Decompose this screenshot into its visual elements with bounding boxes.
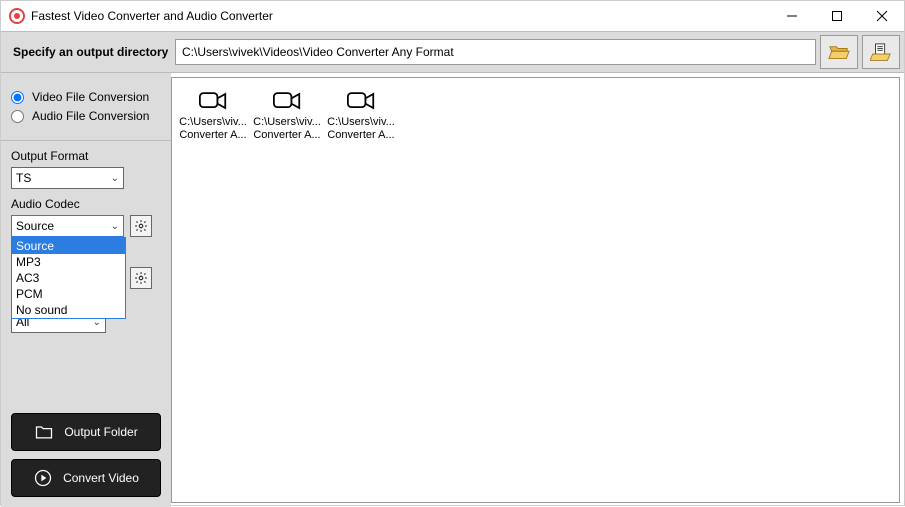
convert-video-button[interactable]: Convert Video [11,459,161,497]
output-folder-button-label: Output Folder [64,425,137,439]
video-file-icon [199,92,227,110]
audio-conversion-radio-input[interactable] [11,110,24,123]
folder-icon [34,422,54,442]
gear-icon [134,271,148,285]
audio-codec-select[interactable]: Source ⌄ [11,215,124,237]
maximize-button[interactable] [814,1,859,31]
minimize-button[interactable] [769,1,814,31]
video-conversion-radio-input[interactable] [11,91,24,104]
audio-codec-option[interactable]: PCM [12,286,125,302]
sidebar: Video File Conversion Audio File Convers… [1,73,171,507]
video-conversion-radio[interactable]: Video File Conversion [11,90,161,104]
audio-codec-label: Audio Codec [11,197,161,211]
video-file-icon [273,92,301,110]
audio-conversion-radio[interactable]: Audio File Conversion [11,109,161,123]
window-title: Fastest Video Converter and Audio Conver… [31,9,273,23]
file-list-area: C:\Users\viv...Converter A... C:\Users\v… [171,77,900,503]
audio-codec-option[interactable]: AC3 [12,270,125,286]
close-button[interactable] [859,1,904,31]
output-directory-label: Specify an output directory [13,45,175,59]
chevron-down-icon: ⌄ [111,221,119,232]
file-item-label: C:\Users\viv...Converter A... [326,116,396,142]
file-item-label: C:\Users\viv...Converter A... [178,116,248,142]
output-directory-input[interactable] [175,39,816,65]
convert-icon [33,468,53,488]
audio-codec-settings-button[interactable] [130,215,152,237]
hidden-codec-settings-button[interactable] [130,267,152,289]
convert-video-button-label: Convert Video [63,471,139,485]
output-directory-row: Specify an output directory [1,31,904,73]
output-format-select[interactable]: TS ⌄ [11,167,124,189]
add-files-button[interactable] [862,35,900,69]
audio-codec-value: Source [16,219,54,233]
app-icon [9,8,25,24]
gear-icon [134,219,148,233]
title-bar: Fastest Video Converter and Audio Conver… [1,1,904,31]
chevron-down-icon: ⌄ [111,173,119,184]
output-format-label: Output Format [11,149,161,163]
audio-conversion-label: Audio File Conversion [32,109,149,123]
document-folder-icon [870,43,892,61]
folder-open-icon [828,43,850,61]
file-item[interactable]: C:\Users\viv...Converter A... [326,92,396,142]
video-file-icon [347,92,375,110]
video-conversion-label: Video File Conversion [32,90,149,104]
audio-codec-option[interactable]: MP3 [12,254,125,270]
output-folder-button[interactable]: Output Folder [11,413,161,451]
file-item[interactable]: C:\Users\viv...Converter A... [178,92,248,142]
browse-folder-button[interactable] [820,35,858,69]
file-item-label: C:\Users\viv...Converter A... [252,116,322,142]
output-format-value: TS [16,171,31,185]
window-controls [769,1,904,31]
audio-codec-option[interactable]: No sound [12,302,125,318]
audio-codec-option[interactable]: Source [12,238,125,254]
audio-codec-options: Source MP3 AC3 PCM No sound [11,237,126,319]
file-item[interactable]: C:\Users\viv...Converter A... [252,92,322,142]
